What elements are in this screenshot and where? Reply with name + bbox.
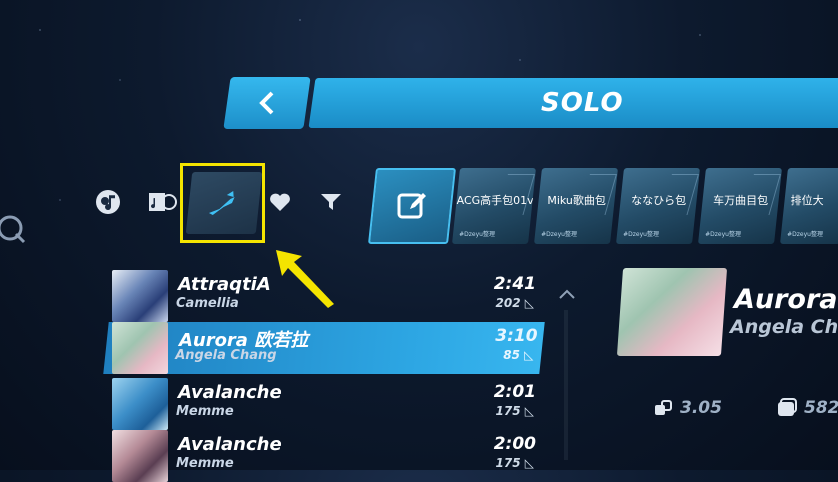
song-artist: Memme — [176, 404, 234, 419]
song-row[interactable]: AttraqtiA Camellia 2:41 202 ◺ — [106, 270, 542, 322]
chevron-left-icon — [259, 91, 274, 115]
song-row[interactable]: Avalanche Memme 2:01 175 ◺ — [106, 378, 542, 430]
playlist-title: 车万曲目包 — [713, 194, 769, 207]
playlist-title: ACG高手包01v4 — [456, 194, 536, 207]
song-artist: Camellia — [176, 296, 239, 311]
playlist-title: Miku歌曲包 — [547, 194, 606, 207]
playlist-subtitle: #Dzeyu整理 — [787, 231, 823, 238]
filter-button[interactable] — [309, 180, 353, 224]
scroll-up-icon[interactable] — [558, 288, 576, 300]
filter-icon — [321, 194, 341, 210]
song-title: Avalanche — [178, 382, 282, 403]
song-duration: 2:00 — [493, 434, 536, 454]
song-title: Avalanche — [178, 434, 282, 455]
note-count-value: 175 — [495, 404, 521, 418]
song-cover-art — [112, 430, 168, 482]
category-disc-button[interactable] — [86, 180, 130, 224]
song-note-count: 85 ◺ — [503, 348, 533, 362]
song-list-scrollbar[interactable] — [564, 310, 568, 460]
song-note-count: 175 ◺ — [496, 456, 534, 470]
song-duration: 2:41 — [493, 274, 536, 294]
song-note-count: 202 ◺ — [496, 296, 534, 310]
mode-title: SOLO — [540, 88, 624, 118]
detail-cover-art — [616, 268, 728, 356]
category-album-button[interactable] — [140, 180, 184, 224]
back-button[interactable] — [223, 77, 311, 129]
note-icon: ◺ — [524, 296, 534, 310]
song-artist: Memme — [176, 456, 234, 471]
playlist-tile[interactable]: 排位大 #Dzeyu整理 — [780, 168, 838, 244]
detail-second-stat: 582 — [776, 398, 838, 418]
song-duration: 3:10 — [494, 326, 538, 346]
playlist-tile[interactable]: ACG高手包01v4 #Dzeyu整理 — [452, 168, 536, 244]
detail-song-artist: Angela Chang — [730, 316, 838, 338]
playlist-subtitle: #Dzeyu整理 — [541, 231, 577, 238]
note-icon: ◺ — [524, 456, 534, 470]
detail-difficulty-stat: 3.05 — [654, 398, 722, 418]
playlist-tile[interactable]: 车万曲目包 #Dzeyu整理 — [698, 168, 782, 244]
note-count-value: 85 — [503, 348, 520, 362]
second-stat-value: 582 — [804, 398, 838, 418]
note-icon: ◺ — [524, 404, 534, 418]
note-count-value: 175 — [495, 456, 521, 470]
music-album-icon — [149, 193, 177, 211]
song-cover-art — [112, 322, 168, 374]
difficulty-value: 3.05 — [680, 398, 722, 418]
highlight-annotation-box — [180, 163, 265, 243]
playlist-title: ななひら包 — [631, 194, 687, 207]
playlist-title: 排位大 — [790, 194, 824, 207]
note-count-value: 202 — [495, 296, 521, 310]
music-disc-icon — [96, 190, 120, 214]
edit-icon — [397, 193, 426, 219]
stack-icon — [778, 398, 797, 416]
song-row-selected[interactable]: Aurora 欧若拉 Angela Chang 3:10 85 ◺ — [103, 322, 545, 374]
song-cover-art — [112, 378, 168, 430]
song-cover-art — [112, 270, 168, 322]
song-note-count: 175 ◺ — [496, 404, 534, 418]
note-icon: ◺ — [524, 348, 534, 362]
edit-playlist-button[interactable] — [368, 168, 456, 244]
detail-song-title: Aurora — [734, 284, 838, 315]
playlist-subtitle: #Dzeyu整理 — [459, 231, 495, 238]
mode-title-bar: SOLO — [308, 78, 838, 128]
song-title: AttraqtiA — [178, 274, 271, 295]
playlist-tile[interactable]: ななひら包 #Dzeyu整理 — [616, 168, 700, 244]
difficulty-icon — [655, 400, 672, 415]
playlist-tile[interactable]: Miku歌曲包 #Dzeyu整理 — [534, 168, 618, 244]
song-artist: Angela Chang — [175, 348, 277, 363]
search-icon[interactable] — [0, 214, 30, 252]
song-duration: 2:01 — [493, 382, 536, 402]
playlist-subtitle: #Dzeyu整理 — [623, 231, 659, 238]
song-row[interactable]: Avalanche Memme 2:00 175 ◺ — [106, 430, 542, 482]
heart-icon — [270, 193, 290, 211]
playlist-subtitle: #Dzeyu整理 — [705, 231, 741, 238]
